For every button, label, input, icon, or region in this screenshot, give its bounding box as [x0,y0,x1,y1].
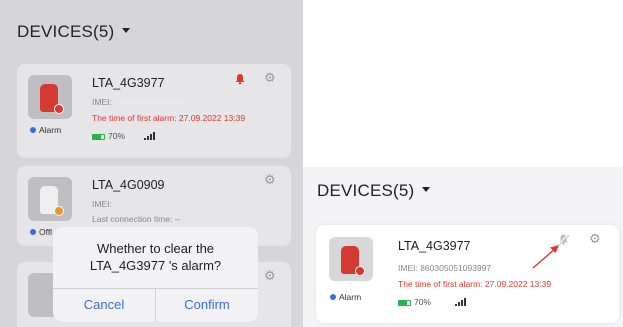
device-name: LTA_4G0909 [92,178,165,192]
device-image [329,237,373,281]
device-card-alarm[interactable]: Alarm LTA_4G3977 IMEI: The time of first… [17,64,291,158]
right-panel: DEVICES(5) Alarm LTA_4G3977 IMEI: 860305… [303,167,623,327]
imei-text: IMEI: 860305051093997 [398,263,492,273]
gear-icon[interactable]: ⚙ [264,71,276,84]
status-dot [30,228,36,235]
signal-icon [144,132,155,140]
devices-title: DEVICES(5) [317,181,415,200]
device-image [28,75,72,119]
alarm-time-text: The time of first alarm: 27.09.2022 13:3… [398,279,552,289]
signal-icon [455,298,466,306]
battery-indicator: 70% [92,131,125,141]
battery-icon [398,299,411,306]
status-label: Alarm [330,292,361,302]
imei-redacted [114,99,185,106]
gear-icon[interactable]: ⚙ [589,232,601,245]
bell-alarm-icon[interactable] [234,73,246,85]
clear-alarm-dialog: Whether to clear the LTA_4G3977 's alarm… [53,227,258,322]
devices-title: DEVICES(5) [17,22,115,41]
imei-text: IMEI: [92,97,185,107]
status-label: Offl [30,227,52,237]
device-card-cleared[interactable]: Alarm LTA_4G3977 IMEI: 860305051093997 T… [316,225,619,323]
status-label: Alarm [30,125,61,135]
status-dot [330,293,336,300]
gear-icon[interactable]: ⚙ [264,269,276,282]
chevron-down-icon [422,187,431,193]
battery-indicator: 70% [398,297,431,307]
imei-text: IMEI: [92,199,185,209]
device-name: LTA_4G3977 [398,239,471,253]
chevron-down-icon [122,28,131,34]
device-name: LTA_4G3977 [92,76,165,90]
dialog-message: Whether to clear the LTA_4G3977 's alarm… [89,241,222,273]
screenshot-root: DEVICES(5) Alarm LTA_4G3977 IMEI: The ti… [0,0,623,327]
left-panel-dimmed: DEVICES(5) Alarm LTA_4G3977 IMEI: The ti… [0,0,303,327]
confirm-button[interactable]: Confirm [156,288,258,322]
last-connection-text: Last connection time: -- [92,214,181,224]
devices-header-right[interactable]: DEVICES(5) [317,181,431,201]
gear-icon[interactable]: ⚙ [264,173,276,186]
arrow-icon [532,245,559,269]
imei-redacted [114,201,185,208]
device-image [28,177,72,221]
alarm-time-text: The time of first alarm: 27.09.2022 13:3… [92,113,246,123]
cancel-button[interactable]: Cancel [53,288,155,322]
devices-header-left[interactable]: DEVICES(5) [17,22,131,42]
battery-icon [92,133,105,140]
status-dot [30,126,36,133]
